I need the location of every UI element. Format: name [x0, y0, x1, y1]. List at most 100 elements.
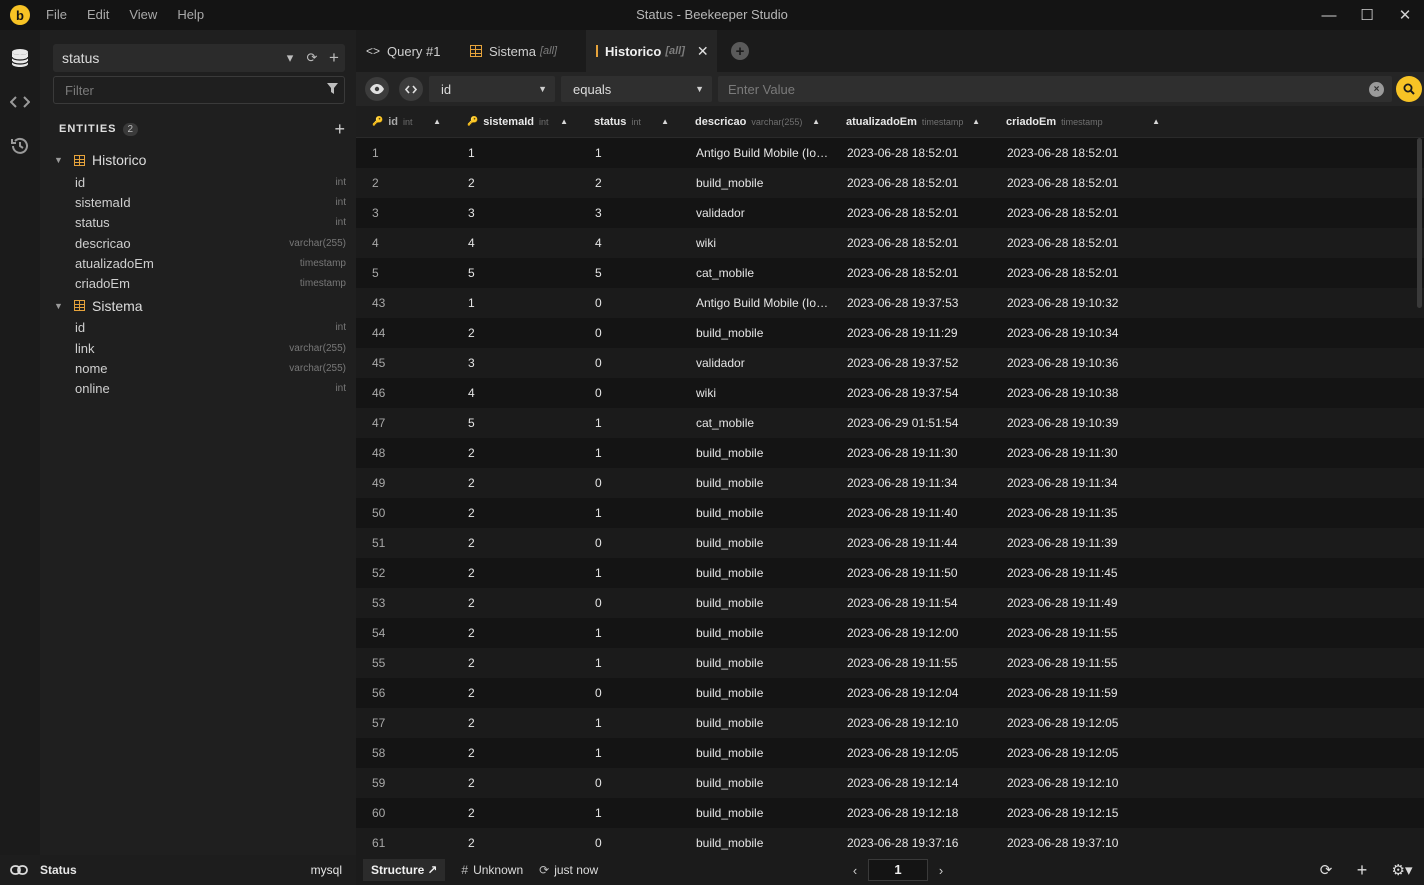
cell-sistemaid[interactable]: 4: [451, 378, 578, 408]
cell-criadoem[interactable]: 2023-06-28 18:52:01: [990, 168, 1170, 198]
cell-atualizadoem[interactable]: 2023-06-28 19:12:14: [830, 768, 990, 798]
cell-atualizadoem[interactable]: 2023-06-28 19:12:18: [830, 798, 990, 828]
table-row[interactable]: 2 2 2 build_mobile 2023-06-28 18:52:01 2023-0…: [356, 168, 1424, 198]
cell-descricao[interactable]: build_mobile: [679, 498, 830, 528]
cell-descricao[interactable]: build_mobile: [679, 528, 830, 558]
cell-status[interactable]: 1: [578, 498, 679, 528]
cell-atualizadoem[interactable]: 2023-06-28 19:11:40: [830, 498, 990, 528]
cell-id[interactable]: 50: [356, 498, 451, 528]
table-row[interactable]: 47 5 1 cat_mobile 2023-06-29 01:51:54 2023-06…: [356, 408, 1424, 438]
entity-column-criadoem[interactable]: criadoEm timestamp: [54, 273, 346, 293]
cell-criadoem[interactable]: 2023-06-28 19:11:34: [990, 468, 1170, 498]
cell-atualizadoem[interactable]: 2023-06-28 19:37:53: [830, 288, 990, 318]
refresh-icon[interactable]: ⟳: [1308, 861, 1344, 879]
cell-status[interactable]: 1: [578, 438, 679, 468]
cell-atualizadoem[interactable]: 2023-06-28 18:52:01: [830, 138, 990, 168]
cell-criadoem[interactable]: 2023-06-28 19:11:59: [990, 678, 1170, 708]
cell-sistemaid[interactable]: 1: [451, 288, 578, 318]
tab-query-1[interactable]: <> Query #1: [356, 30, 460, 72]
sort-asc-icon[interactable]: ▲: [433, 117, 441, 126]
cell-sistemaid[interactable]: 5: [451, 408, 578, 438]
funnel-icon[interactable]: [320, 83, 344, 97]
page-input[interactable]: 1: [868, 859, 928, 881]
cell-sistemaid[interactable]: 3: [451, 348, 578, 378]
table-row[interactable]: 48 2 1 build_mobile 2023-06-28 19:11:30 2023-…: [356, 438, 1424, 468]
cell-id[interactable]: 55: [356, 648, 451, 678]
cell-status[interactable]: 1: [578, 798, 679, 828]
table-row[interactable]: 43 1 0 Antigo Build Mobile (Ionic) 2023-06-2…: [356, 288, 1424, 318]
column-header-id[interactable]: 🔑 id int ▲: [356, 106, 451, 138]
table-row[interactable]: 56 2 0 build_mobile 2023-06-28 19:12:04 2023-…: [356, 678, 1424, 708]
sort-asc-icon[interactable]: ▲: [661, 117, 669, 126]
cell-status[interactable]: 0: [578, 288, 679, 318]
cell-descricao[interactable]: build_mobile: [679, 468, 830, 498]
cell-atualizadoem[interactable]: 2023-06-28 19:12:05: [830, 738, 990, 768]
minimize-button[interactable]: —: [1310, 0, 1348, 30]
sort-asc-icon[interactable]: ▲: [560, 117, 568, 126]
cell-atualizadoem[interactable]: 2023-06-28 19:11:55: [830, 648, 990, 678]
table-row[interactable]: 61 2 0 build_mobile 2023-06-28 19:37:16 2023-…: [356, 828, 1424, 855]
table-row[interactable]: 55 2 1 build_mobile 2023-06-28 19:11:55 2023-…: [356, 648, 1424, 678]
chevron-right-icon[interactable]: ›: [934, 863, 948, 878]
tab-historico[interactable]: Historico [all] ✕: [586, 30, 717, 72]
cell-atualizadoem[interactable]: 2023-06-28 19:11:30: [830, 438, 990, 468]
cell-sistemaid[interactable]: 2: [451, 738, 578, 768]
cell-atualizadoem[interactable]: 2023-06-29 01:51:54: [830, 408, 990, 438]
cell-id[interactable]: 46: [356, 378, 451, 408]
cell-criadoem[interactable]: 2023-06-28 19:10:34: [990, 318, 1170, 348]
cell-id[interactable]: 52: [356, 558, 451, 588]
cell-id[interactable]: 48: [356, 438, 451, 468]
cell-id[interactable]: 2: [356, 168, 451, 198]
table-row[interactable]: 59 2 0 build_mobile 2023-06-28 19:12:14 2023-…: [356, 768, 1424, 798]
cell-atualizadoem[interactable]: 2023-06-28 19:37:54: [830, 378, 990, 408]
cell-descricao[interactable]: Antigo Build Mobile (Ionic): [679, 288, 830, 318]
cell-descricao[interactable]: build_mobile: [679, 588, 830, 618]
cell-sistemaid[interactable]: 2: [451, 528, 578, 558]
cell-status[interactable]: 1: [578, 708, 679, 738]
column-header-status[interactable]: status int ▲: [578, 106, 679, 138]
entity-column-atualizadoem[interactable]: atualizadoEm timestamp: [54, 253, 346, 273]
chevron-down-icon[interactable]: ▼: [54, 301, 68, 311]
table-row[interactable]: 53 2 0 build_mobile 2023-06-28 19:11:54 2023-…: [356, 588, 1424, 618]
cell-id[interactable]: 3: [356, 198, 451, 228]
gear-icon[interactable]: ⚙▾: [1380, 861, 1424, 879]
table-row[interactable]: 58 2 1 build_mobile 2023-06-28 19:12:05 2023-…: [356, 738, 1424, 768]
cell-atualizadoem[interactable]: 2023-06-28 19:12:04: [830, 678, 990, 708]
cell-criadoem[interactable]: 2023-06-28 18:52:01: [990, 138, 1170, 168]
cell-sistemaid[interactable]: 4: [451, 228, 578, 258]
cell-criadoem[interactable]: 2023-06-28 19:10:39: [990, 408, 1170, 438]
cell-sistemaid[interactable]: 2: [451, 168, 578, 198]
filter-value-input[interactable]: [728, 81, 1369, 97]
cell-sistemaid[interactable]: 2: [451, 618, 578, 648]
cell-id[interactable]: 44: [356, 318, 451, 348]
cell-criadoem[interactable]: 2023-06-28 19:10:36: [990, 348, 1170, 378]
cell-criadoem[interactable]: 2023-06-28 18:52:01: [990, 258, 1170, 288]
cell-id[interactable]: 61: [356, 828, 451, 855]
cell-atualizadoem[interactable]: 2023-06-28 19:12:00: [830, 618, 990, 648]
cell-atualizadoem[interactable]: 2023-06-28 19:11:54: [830, 588, 990, 618]
cell-status[interactable]: 0: [578, 828, 679, 855]
refresh-icon[interactable]: ⟳: [301, 50, 323, 66]
cell-atualizadoem[interactable]: 2023-06-28 19:11:29: [830, 318, 990, 348]
table-row[interactable]: 3 3 3 validador 2023-06-28 18:52:01 2023-06-2…: [356, 198, 1424, 228]
cell-descricao[interactable]: build_mobile: [679, 738, 830, 768]
cell-descricao[interactable]: build_mobile: [679, 318, 830, 348]
cell-atualizadoem[interactable]: 2023-06-28 19:37:16: [830, 828, 990, 855]
cell-status[interactable]: 0: [578, 678, 679, 708]
cell-criadoem[interactable]: 2023-06-28 19:11:55: [990, 648, 1170, 678]
code-icon[interactable]: [0, 80, 40, 124]
cell-criadoem[interactable]: 2023-06-28 19:10:38: [990, 378, 1170, 408]
cell-atualizadoem[interactable]: 2023-06-28 18:52:01: [830, 198, 990, 228]
cell-descricao[interactable]: wiki: [679, 228, 830, 258]
cell-status[interactable]: 1: [578, 408, 679, 438]
table-row[interactable]: 4 4 4 wiki 2023-06-28 18:52:01 2023-06-28 18:…: [356, 228, 1424, 258]
cell-descricao[interactable]: cat_mobile: [679, 258, 830, 288]
cell-status[interactable]: 3: [578, 198, 679, 228]
add-entity-icon[interactable]: +: [334, 120, 345, 138]
cell-criadoem[interactable]: 2023-06-28 19:11:35: [990, 498, 1170, 528]
cell-id[interactable]: 60: [356, 798, 451, 828]
table-row[interactable]: 52 2 1 build_mobile 2023-06-28 19:11:50 2023-…: [356, 558, 1424, 588]
cell-descricao[interactable]: wiki: [679, 378, 830, 408]
table-row[interactable]: 60 2 1 build_mobile 2023-06-28 19:12:18 2023-…: [356, 798, 1424, 828]
cell-descricao[interactable]: validador: [679, 198, 830, 228]
